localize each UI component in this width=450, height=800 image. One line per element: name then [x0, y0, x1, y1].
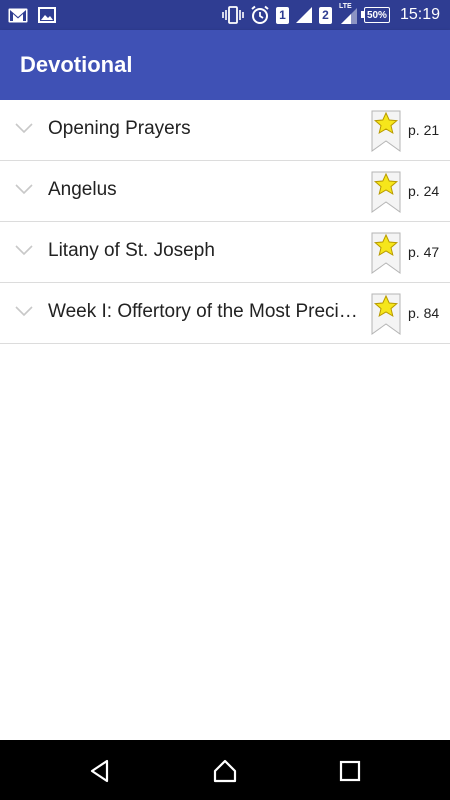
- status-right: 1 2 LTE 50% 15:19: [222, 0, 440, 30]
- alarm-icon: [251, 5, 269, 24]
- gmail-icon: [8, 8, 28, 22]
- chevron-down-icon[interactable]: [15, 183, 33, 195]
- list-item-label: Litany of St. Joseph: [48, 240, 215, 261]
- page-number: p. 47: [408, 244, 440, 260]
- list-item-label: Opening Prayers: [48, 118, 191, 139]
- list-item[interactable]: Litany of St. Joseph p. 47: [0, 222, 450, 283]
- battery-indicator: 50%: [360, 7, 390, 23]
- app-bar: Devotional: [0, 30, 450, 100]
- chevron-down-icon[interactable]: [15, 305, 33, 317]
- page-number: p. 21: [408, 122, 440, 138]
- page-number: p. 24: [408, 183, 440, 199]
- bookmark-star-icon[interactable]: [371, 171, 401, 213]
- gallery-icon: [38, 7, 56, 23]
- status-bar: 1 2 LTE 50% 15:19: [0, 0, 450, 30]
- list-item-label: Week I: Offertory of the Most Precious B…: [48, 301, 366, 322]
- sim2-badge: 2: [318, 6, 332, 24]
- list-item[interactable]: Opening Prayers p. 21: [0, 100, 450, 161]
- status-time: 15:19: [399, 6, 440, 23]
- bookmark-star-icon[interactable]: [371, 110, 401, 152]
- devotional-list: Opening Prayers p. 21 Angelus p. 24 Lita…: [0, 100, 450, 344]
- recents-icon[interactable]: [337, 758, 363, 784]
- status-left: [8, 0, 56, 30]
- sim1-badge: 1: [275, 6, 289, 24]
- back-icon[interactable]: [87, 758, 113, 784]
- list-item[interactable]: Week I: Offertory of the Most Precious B…: [0, 283, 450, 344]
- chevron-down-icon[interactable]: [15, 244, 33, 256]
- bookmark-star-icon[interactable]: [371, 232, 401, 274]
- chevron-down-icon[interactable]: [15, 122, 33, 134]
- page-number: p. 84: [408, 305, 440, 321]
- navigation-bar: [0, 740, 450, 800]
- vibrate-icon: [222, 6, 244, 24]
- home-icon[interactable]: [212, 758, 238, 784]
- sim2-lte-signal-icon: LTE: [338, 3, 358, 25]
- list-item-label: Angelus: [48, 179, 117, 200]
- app-title: Devotional: [20, 52, 133, 77]
- list-item[interactable]: Angelus p. 24: [0, 161, 450, 222]
- bookmark-star-icon[interactable]: [371, 293, 401, 335]
- sim1-signal-icon: [295, 7, 312, 23]
